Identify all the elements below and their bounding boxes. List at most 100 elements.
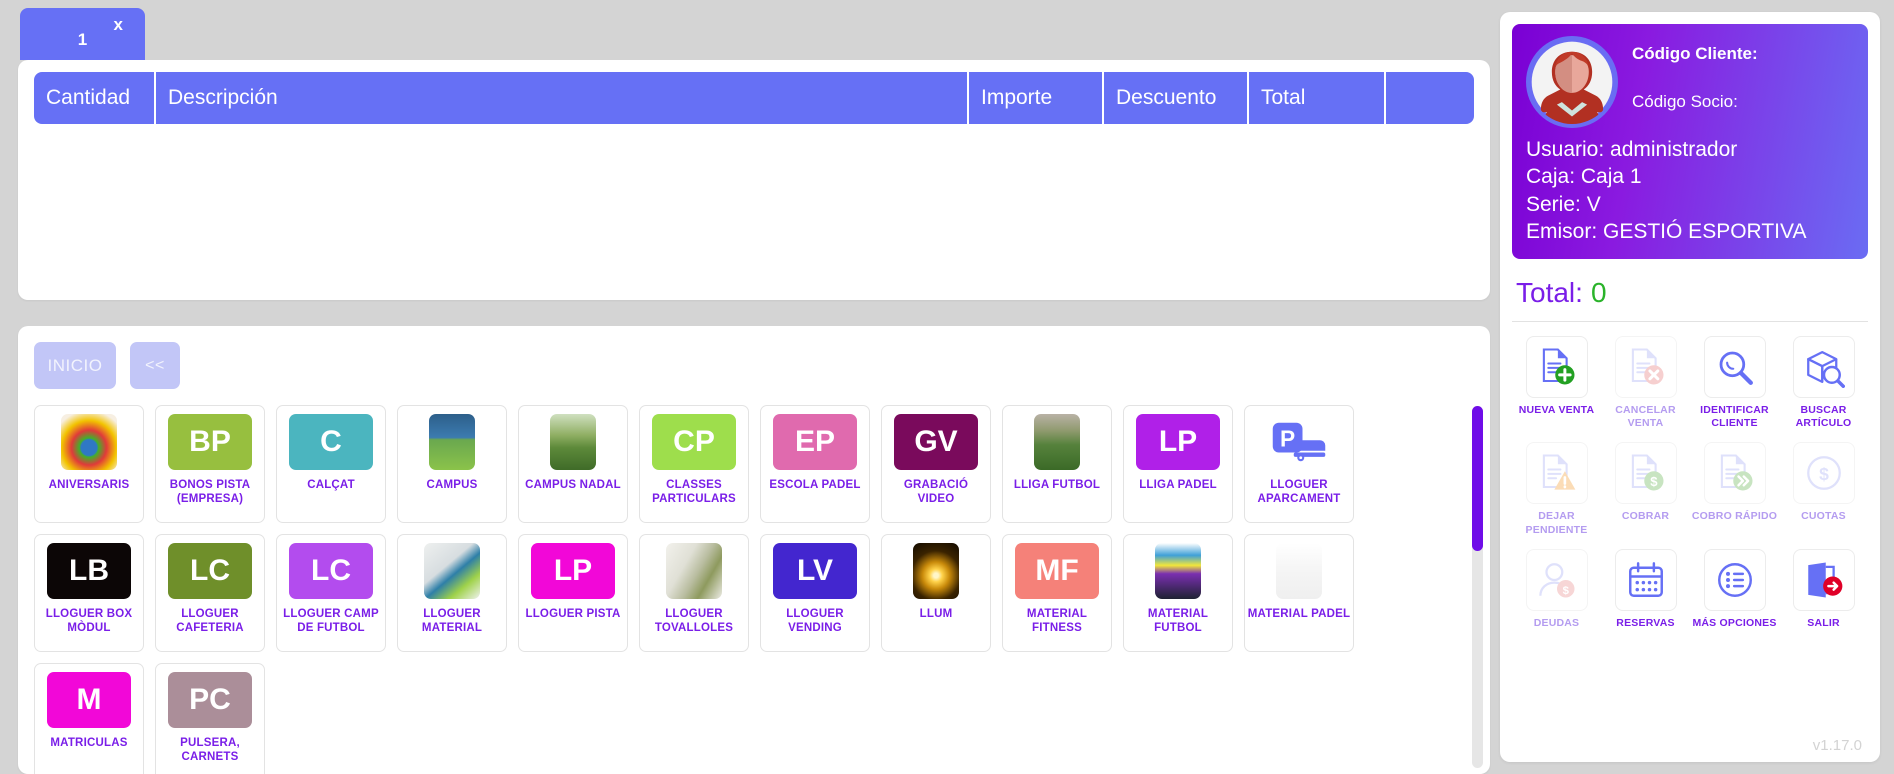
product-tile-label: LLIGA PADEL [1139,479,1217,491]
product-tile-label: LLUM [919,608,953,620]
product-tile-initials: LC [168,543,252,599]
product-tile[interactable]: LLIGA FUTBOL [1002,405,1112,523]
product-tile[interactable]: GV GRABACIÓ VIDEO [881,405,991,523]
ticket-table-header: Cantidad Descripción Importe Descuento T… [34,72,1474,124]
product-tile-initials: C [289,414,373,470]
product-tile-label: LLOGUER BOX MÒDUL [45,608,133,635]
products-panel: INICIO << ANIVERSARIS BP BONOS PISTA (EMPR… [18,326,1490,774]
product-tile-initials: CP [652,414,736,470]
user-avatar-icon [1531,41,1613,124]
product-tile[interactable]: LLUM [881,534,991,652]
action-label: RESERVAS [1616,616,1675,629]
ticket-tab-1[interactable]: 1 x [20,8,145,60]
ticket-table-body [34,124,1474,274]
product-tile[interactable]: M MATRICULAS [34,663,144,774]
caja-line: Caja: Caja 1 [1526,165,1642,189]
product-tile[interactable]: LC LLOGUER CAMP DE FUTBOL [276,534,386,652]
action-reservas[interactable]: RESERVAS [1601,548,1690,630]
product-tile-label: ANIVERSARIS [48,479,130,491]
box-search-icon [1792,336,1855,399]
product-tile-initials: MF [1015,543,1099,599]
magnifier-icon [1703,336,1766,399]
action-m-s-opciones[interactable]: MÁS OPCIONES [1690,548,1779,630]
product-tile-image [550,414,596,470]
product-tile[interactable]: PC PULSERA, CARNETS [155,663,265,774]
product-tile[interactable]: CAMPUS NADAL [518,405,628,523]
product-tile[interactable]: LP LLIGA PADEL [1123,405,1233,523]
product-tile-initials: GV [894,414,978,470]
summary-card: Código Cliente: Código Socio: Usuario: a… [1500,12,1880,762]
product-tile-initials: LC [289,543,373,599]
product-tile[interactable]: MATERIAL FUTBOL [1123,534,1233,652]
action-nueva-venta[interactable]: NUEVA VENTA [1512,336,1601,430]
product-tile[interactable]: LP LLOGUER PISTA [518,534,628,652]
codigo-socio-label: Código Socio: [1632,92,1738,111]
action-label: SALIR [1807,616,1840,629]
product-tile[interactable]: LLOGUER MATERIAL [397,534,507,652]
product-tile[interactable]: LC LLOGUER CAFETERIA [155,534,265,652]
column-header-descripcion: Descripción [156,72,969,124]
product-tile[interactable]: CP CLASSES PARTICULARS [639,405,749,523]
ticket-panel: Cantidad Descripción Importe Descuento T… [18,60,1490,300]
product-tile-label: LLOGUER CAFETERIA [176,608,244,635]
exit-door-icon [1792,548,1855,611]
product-tile[interactable]: EP ESCOLA PADEL [760,405,870,523]
product-tile-label: CALÇAT [307,479,355,491]
product-tile[interactable]: LV LLOGUER VENDING [760,534,870,652]
action-salir[interactable]: SALIR [1779,548,1868,630]
product-tile-label: CLASSES PARTICULARS [652,479,736,506]
back-button[interactable]: << [130,342,180,389]
product-tile[interactable]: ANIVERSARIS [34,405,144,523]
product-tile-initials: LP [531,543,615,599]
product-tile[interactable]: MF MATERIAL FITNESS [1002,534,1112,652]
user-dollar-icon: $ [1525,548,1588,611]
left-column: 1 x Cantidad Descripción Importe Descuen… [0,0,1500,774]
coin-dollar-icon: $ [1792,442,1855,505]
document-warning-icon [1525,442,1588,505]
product-tile-label: CAMPUS NADAL [525,479,621,491]
product-tile-label: LLOGUER MATERIAL [421,608,483,635]
product-tile[interactable]: CAMPUS [397,405,507,523]
list-circle-icon [1703,548,1766,611]
product-tile[interactable]: LB LLOGUER BOX MÒDUL [34,534,144,652]
product-tile[interactable]: LLOGUER TOVALLOLES [639,534,749,652]
product-tile-initials: PC [168,672,252,728]
total-label: Total: [1516,277,1583,309]
serie-line: Serie: V [1526,192,1601,216]
document-cancel-icon [1614,336,1677,399]
total-value: 0 [1590,277,1607,309]
product-tile-image [1276,543,1322,599]
product-tile-label: MATERIAL FITNESS [1026,608,1088,635]
usuario-line: Usuario: administrador [1526,138,1738,161]
product-tile-image [429,414,475,470]
action-label: IDENTIFICAR CLIENTE [1700,404,1769,430]
action-identificar-cliente[interactable]: IDENTIFICAR CLIENTE [1690,336,1779,430]
codigo-cliente-label: Código Cliente: [1632,44,1758,63]
action-label: NUEVA VENTA [1518,404,1595,417]
action-cancelar-venta: CANCELAR VENTA [1601,336,1690,430]
svg-text:$: $ [1819,464,1829,484]
document-fast-icon [1703,442,1766,505]
product-tile-initials: M [47,672,131,728]
right-column: Código Cliente: Código Socio: Usuario: a… [1500,0,1894,774]
action-buscar-art-culo[interactable]: BUSCAR ARTÍCULO [1779,336,1868,430]
product-tile-label: CAMPUS [426,479,478,491]
products-scrollbar[interactable] [1472,406,1483,768]
product-tile[interactable]: BP BONOS PISTA (EMPRESA) [155,405,265,523]
product-tile-image [424,543,480,599]
product-tile-image [1155,543,1201,599]
product-tile[interactable]: MATERIAL PADEL [1244,534,1354,652]
total-row: Total: 0 [1512,259,1868,323]
close-icon[interactable]: x [114,16,123,33]
column-header-total: Total [1249,72,1386,124]
action-label: MÁS OPCIONES [1692,616,1777,629]
product-tile[interactable]: P LLOGUER APARCAMENT [1244,405,1354,523]
svg-text:$: $ [1562,585,1569,597]
customer-info-box: Código Cliente: Código Socio: Usuario: a… [1512,24,1868,260]
product-tile-label: LLOGUER APARCAMENT [1257,479,1341,506]
product-tile[interactable]: C CALÇAT [276,405,386,523]
avatar [1526,36,1618,128]
inicio-button[interactable]: INICIO [34,342,116,389]
product-tile-label: LLOGUER CAMP DE FUTBOL [283,608,379,635]
products-scrollbar-thumb[interactable] [1472,406,1483,551]
